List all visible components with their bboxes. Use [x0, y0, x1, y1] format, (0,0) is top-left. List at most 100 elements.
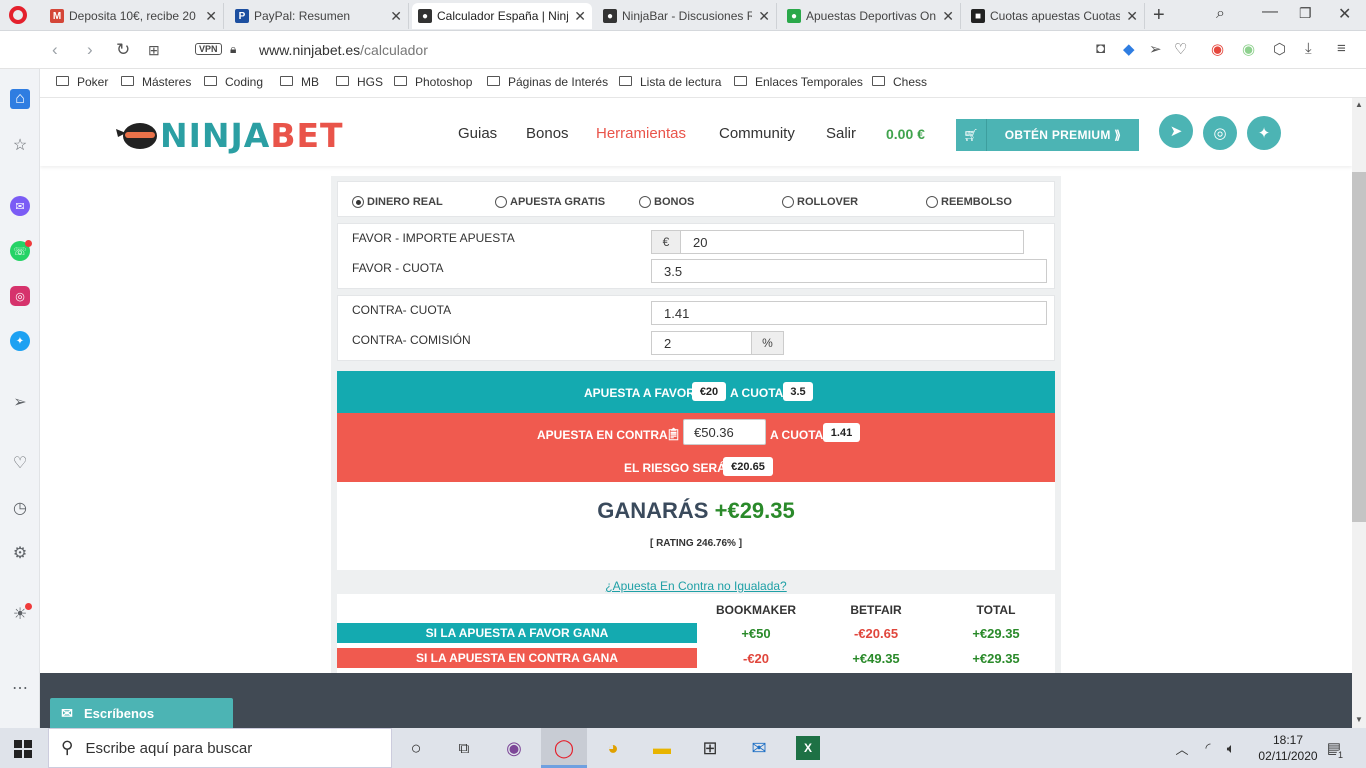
bookmark-folder[interactable]: Enlaces Temporales: [734, 75, 863, 89]
nav-guias[interactable]: Guias: [458, 125, 497, 142]
bookmark-folder[interactable]: Coding: [204, 75, 263, 89]
system-clock[interactable]: 18:17 02/11/2020: [1258, 732, 1318, 764]
chrome-icon[interactable]: ◕: [601, 736, 625, 760]
nav-bonos[interactable]: Bonos: [526, 125, 569, 142]
heart-icon[interactable]: ♡: [1174, 40, 1187, 58]
profit-label: GANARÁS: [597, 498, 709, 523]
vpn-badge[interactable]: VPN: [195, 43, 222, 55]
speed-dial-icon[interactable]: ⊞: [148, 42, 160, 59]
opera-menu-icon[interactable]: [9, 6, 27, 24]
instagram-icon[interactable]: ◎: [1203, 116, 1237, 150]
bookmarks-icon[interactable]: ☆: [10, 135, 30, 155]
copy-icon[interactable]: 📋︎: [666, 427, 681, 441]
browser-tab[interactable]: P PayPal: Resumen ✕: [229, 3, 409, 29]
bookmark-folder[interactable]: Chess: [872, 75, 927, 89]
close-window-icon[interactable]: ✕: [1338, 4, 1351, 24]
close-tab-icon[interactable]: ✕: [942, 8, 954, 25]
search-tabs-icon[interactable]: ⌕: [1216, 5, 1225, 23]
cube-icon[interactable]: ⬡: [1273, 40, 1286, 58]
contra-odds-input[interactable]: 1.41: [651, 301, 1047, 325]
restore-icon[interactable]: ❐: [1299, 5, 1312, 22]
store-icon[interactable]: ⊞: [698, 736, 722, 760]
browser-tab[interactable]: M Deposita 10€, recibe 20 ti ✕: [44, 3, 224, 29]
adblock-icon[interactable]: ◆: [1123, 40, 1135, 58]
twitter-icon[interactable]: ✦: [10, 331, 30, 351]
bookmark-folder[interactable]: Lista de lectura: [619, 75, 721, 89]
contra-commission-input[interactable]: 2: [651, 331, 752, 355]
bookmark-folder[interactable]: Photoshop: [394, 75, 472, 89]
favor-stake-input[interactable]: 20: [680, 230, 1024, 254]
scroll-up-icon[interactable]: ▲: [1355, 100, 1363, 109]
task-view-icon[interactable]: ⧉: [452, 736, 476, 760]
forward-icon[interactable]: ›: [87, 40, 93, 60]
camera-icon[interactable]: ◘: [1096, 40, 1105, 57]
ninjabet-logo[interactable]: NINJABET: [114, 116, 344, 155]
tray-chevron-icon[interactable]: ︿: [1170, 736, 1194, 760]
account-balance[interactable]: 0.00 €: [886, 126, 925, 142]
chat-widget[interactable]: ✉ Escríbenos: [50, 698, 233, 728]
twitter-icon[interactable]: ✦: [1247, 116, 1281, 150]
reload-icon[interactable]: ↻: [116, 40, 130, 60]
bookmark-folder[interactable]: HGS: [336, 75, 383, 89]
send-icon[interactable]: ➢: [10, 392, 30, 412]
close-tab-icon[interactable]: ✕: [1126, 8, 1138, 25]
heart-icon[interactable]: ♡: [10, 453, 30, 473]
unmatched-bet-link[interactable]: ¿Apuesta En Contra no Igualada?: [331, 579, 1061, 593]
percent-addon: %: [751, 331, 784, 355]
extension-icon[interactable]: ◉: [1211, 40, 1224, 58]
windows-start-icon[interactable]: [14, 740, 32, 758]
bookmark-folder[interactable]: MB: [280, 75, 319, 89]
back-icon[interactable]: ‹: [52, 40, 58, 60]
close-tab-icon[interactable]: ✕: [574, 8, 586, 25]
scroll-down-icon[interactable]: ▼: [1355, 715, 1363, 724]
volume-icon[interactable]: 🔈︎: [1219, 736, 1243, 760]
browser-tab[interactable]: ● Apuestas Deportivas Onl ✕: [781, 3, 961, 29]
mode-rollover[interactable]: ROLLOVER: [782, 196, 858, 208]
folder-icon: [336, 76, 349, 86]
col-bookmaker: BOOKMAKER: [716, 603, 796, 617]
mode-bonos[interactable]: BONOS: [639, 196, 694, 208]
cortana-icon[interactable]: ○: [404, 736, 428, 760]
send-icon[interactable]: ➢: [1149, 40, 1162, 58]
instagram-icon[interactable]: ◎: [10, 286, 30, 306]
file-explorer-icon[interactable]: ▬: [650, 736, 674, 760]
telegram-icon[interactable]: ➤: [1159, 114, 1193, 148]
new-tab-icon[interactable]: +: [1153, 4, 1165, 27]
mail-icon[interactable]: ✉: [747, 736, 771, 760]
nav-community[interactable]: Community: [719, 125, 795, 142]
opera-icon[interactable]: ◯: [552, 736, 576, 760]
browser-tab-active[interactable]: ● Calculador España | Ninj ✕: [412, 3, 592, 29]
url-field[interactable]: www.ninjabet.es/calculador: [259, 42, 428, 58]
bookmark-folder[interactable]: Poker: [56, 75, 108, 89]
mode-reembolso[interactable]: REEMBOLSO: [926, 196, 1012, 208]
browser-tab[interactable]: ● NinjaBar - Discusiones R ✕: [597, 3, 777, 29]
minimize-icon[interactable]: —: [1262, 3, 1278, 21]
close-tab-icon[interactable]: ✕: [205, 8, 217, 25]
messenger-icon[interactable]: ✉: [10, 196, 30, 216]
history-icon[interactable]: ◷: [10, 498, 30, 518]
taskbar-search[interactable]: ⚲ Escribe aquí para buscar: [48, 728, 392, 768]
contra-stake-output[interactable]: €50.36: [683, 419, 766, 445]
home-icon[interactable]: ⌂: [10, 89, 30, 109]
bookmark-folder[interactable]: Másteres: [121, 75, 191, 89]
favor-odds-input[interactable]: 3.5: [651, 259, 1047, 283]
scrollbar-thumb[interactable]: [1352, 172, 1366, 522]
mode-apuesta-gratis[interactable]: APUESTA GRATIS: [495, 196, 605, 208]
settings-icon[interactable]: ⚙: [10, 543, 30, 563]
close-tab-icon[interactable]: ✕: [390, 8, 402, 25]
close-tab-icon[interactable]: ✕: [758, 8, 770, 25]
mode-dinero-real[interactable]: DINERO REAL: [352, 196, 443, 208]
more-icon[interactable]: ⋯: [10, 678, 30, 698]
download-icon[interactable]: ⤓: [1305, 40, 1312, 57]
nav-herramientas[interactable]: Herramientas: [596, 125, 686, 142]
nav-salir[interactable]: Salir: [826, 125, 856, 142]
tor-browser-icon[interactable]: ◉: [502, 736, 526, 760]
premium-button[interactable]: 🛒︎ OBTÉN PREMIUM ⟫: [956, 119, 1139, 151]
browser-tab[interactable]: ■ Cuotas apuestas Cuotas ✕: [965, 3, 1145, 29]
bookmark-folder[interactable]: Páginas de Interés: [487, 75, 608, 89]
menu-icon[interactable]: ≡: [1337, 40, 1346, 57]
extension-icon[interactable]: ◉: [1242, 40, 1255, 58]
ninja-logo-icon: [116, 122, 157, 149]
excel-icon[interactable]: X: [796, 736, 820, 760]
wifi-icon[interactable]: ◜: [1196, 736, 1220, 760]
